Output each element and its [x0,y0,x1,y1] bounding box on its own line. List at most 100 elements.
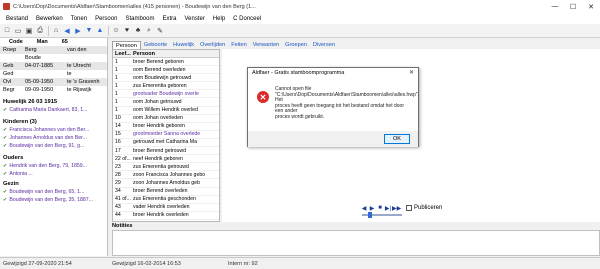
tab-verwanten[interactable]: Verwanten [250,41,282,49]
menu-user[interactable]: C Donceel [229,16,265,22]
tab-diversen[interactable]: Diversen [310,41,338,49]
menu-venster[interactable]: Venster [180,16,208,22]
list-item[interactable]: ✔ Catharina Maria Dankaert, 83, 1... [0,106,107,114]
open-icon[interactable]: ▭ [13,26,23,36]
column-header-person[interactable]: Persoon [133,51,155,57]
prev-media-button[interactable]: ◀ [360,205,368,212]
person-row[interactable]: Ged te [0,70,107,78]
person-icon[interactable]: ☺ [111,26,121,36]
list-item[interactable]: ✔ Antonia ... [0,170,107,178]
table-row[interactable]: 23 zus Emerentia getrouwd [113,163,219,172]
ok-button[interactable]: OK [384,134,410,144]
table-row[interactable]: 10 oom Johan overleden [113,115,219,123]
next-media-button[interactable]: ▶▶ [392,205,401,212]
check-icon: ✔ [3,135,8,141]
menu-persoon[interactable]: Persoon [91,16,121,22]
error-icon: ✕ [257,91,269,103]
status-created: Gewijzigd 27-09-2020 21:54 [3,260,72,267]
event-cell: neef Hendrik geboren [133,155,183,162]
row-value: Berg [25,47,37,53]
menu-help[interactable]: Help [209,16,229,22]
table-row[interactable]: 17 broer Berend getrouwd [113,147,219,156]
table-row[interactable]: 1 broer Berend geboren [113,58,219,67]
table-row[interactable]: 1 zus Emerentia geboren [113,82,219,91]
table-row[interactable]: 34 broer Berend overleden [113,188,219,196]
table-row[interactable]: 16 getrouwd met Catharina Ma [113,139,219,148]
list-item[interactable]: ✔ Francisca Johannes van den Ber... [0,126,107,134]
home-icon[interactable]: ⌂ [51,26,61,36]
slider-handle[interactable] [368,212,372,218]
check-icon: ✔ [3,107,8,113]
tab-geboorte[interactable]: Geboorte [141,41,170,49]
menu-stamboom[interactable]: Stamboom [121,16,158,22]
dialog-close-button[interactable]: ✕ [409,69,414,76]
column-header-age[interactable]: Leef... [113,51,133,57]
table-row[interactable]: 41 of... zus Emerentia geschonden [113,196,219,204]
person-row[interactable]: Roep Berg van den [0,46,107,54]
table-row[interactable]: 1 oom Johan getrouwd [113,98,219,107]
table-row[interactable]: 43 vader Hendrik overleden [113,204,219,212]
back-icon[interactable]: ◀ [62,26,72,36]
sex-value[interactable]: Man [37,39,48,45]
menu-bestand[interactable]: Bestand [2,16,32,22]
list-item[interactable]: ✔ Hendrik van den Berg, 79, 1859... [0,162,107,170]
grid-body: 1 broer Berend geboren 1 oom Berend overled… [113,58,219,220]
print-icon[interactable]: ⎙ [35,26,45,36]
family-icon[interactable]: ♥ [122,26,132,36]
tab-groepen[interactable]: Groepen [282,41,310,49]
age-cell: 14 [115,123,121,130]
table-row[interactable]: 1 oom Boudewijn getrouwd [113,74,219,83]
row-value: Boude [25,55,41,61]
age-cell: 43 [115,204,121,211]
person-row[interactable]: Boude [0,54,107,62]
table-row[interactable]: 1 grootvader Boudewijn overle [113,90,219,99]
tools-icon[interactable]: ✎ [155,26,165,36]
menu-extra[interactable]: Extra [158,16,180,22]
maximize-button[interactable]: ☐ [564,0,582,13]
table-row[interactable]: 22 of... neef Hendrik geboren [113,155,219,164]
section-huwelijk: Huwelijk 26 03 1915 [3,98,58,105]
menu-bewerken[interactable]: Bewerken [32,16,67,22]
up-icon[interactable]: ▲ [95,26,105,36]
tab-persoon[interactable]: Persoon [112,41,141,49]
new-icon[interactable]: □ [2,26,12,36]
person-row[interactable]: Ovl 05-09-1950 te 's Gravenh [0,78,107,86]
person-row[interactable]: Geb 04-07-1885 te Utrecht [0,62,107,70]
tab-huwelijk[interactable]: Huwelijk [170,41,197,49]
list-item[interactable]: ✔ Johannes Arnoldus van den Ber... [0,134,107,142]
search-icon[interactable]: ⌕ [144,26,154,36]
tab-overlijden[interactable]: Overlijden [197,41,228,49]
list-item[interactable]: ✔ Boudewijn van den Berg, 91, g... [0,142,107,150]
tree-icon[interactable]: ♣ [133,26,143,36]
publish-checkbox[interactable] [406,205,412,211]
event-cell: zoon Francisca Johannes gebo [133,171,206,178]
section-kinderen: Kinderen (3) [3,118,37,125]
down-icon[interactable]: ▼ [84,26,94,36]
notes-field[interactable] [112,230,600,256]
table-row[interactable]: 1 oom Willem Hendrik overled [113,107,219,115]
table-row[interactable]: 14 broer Hendrik geboren [113,123,219,131]
menu-tonen[interactable]: Tonen [67,16,91,22]
row-value: 05-09-1950 [25,79,54,85]
stop-media-button[interactable]: ■ [376,205,384,211]
end-media-button[interactable]: ▶| [384,205,392,212]
forward-icon[interactable]: ▶ [73,26,83,36]
play-media-button[interactable]: ▶ [368,205,376,212]
list-item[interactable]: ✔ Boudewijn van den Berg, 65, 1... [0,188,107,196]
table-row[interactable]: 15 grootmoeder Sanna overlede [113,131,219,139]
table-row[interactable]: 44 broer Hendrik overleden [113,212,219,220]
table-row[interactable]: 28 zoon Francisca Johannes gebo [113,171,219,180]
table-row[interactable]: 29 zoon Johannes Arnoldus geb [113,179,219,188]
minimize-button[interactable]: — [546,0,564,13]
save-icon[interactable]: ▣ [24,26,34,36]
list-item[interactable]: ✔ Boudewijn van den Berg, 35, 1887... [0,196,107,204]
close-window-button[interactable]: ✕ [582,0,600,13]
status-internal-number: Intern nr: 92 [228,260,258,267]
row-key: Ged [3,71,14,77]
toolbar: □ ▭ ▣ ⎙ ⌂ ◀ ▶ ▼ ▲ ☺ ♥ ♣ ⌕ ✎ [0,24,600,38]
status-modified: Gewijzigd 16-02-2014 16:53 [112,260,181,267]
media-slider[interactable] [362,212,402,218]
tab-feiten[interactable]: Feiten [228,41,250,49]
person-row[interactable]: Begr 09-09-1950 te Rijswijk [0,86,107,94]
table-row[interactable]: 1 oom Berend overleden [113,66,219,75]
